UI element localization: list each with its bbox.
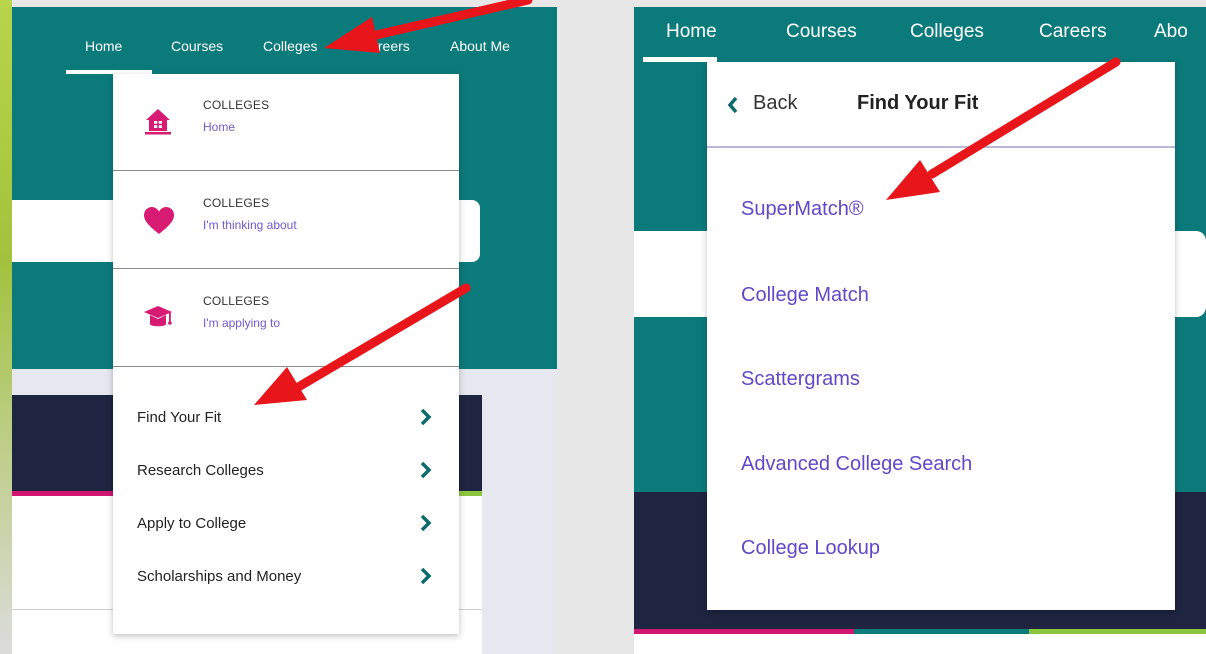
nav-courses[interactable]: Courses [171, 38, 223, 54]
accent-stripe [854, 629, 1029, 634]
colleges-dropdown-menu: COLLEGES Home COLLEGES I'm thinking abou… [113, 74, 459, 634]
nav-courses[interactable]: Courses [786, 21, 857, 43]
menu-label: Find Your Fit [137, 409, 222, 426]
submenu-header: Back Find Your Fit [707, 62, 1175, 148]
item-label: Home [203, 120, 236, 134]
menu-scholarships-and-money[interactable]: Scholarships and Money [113, 553, 459, 607]
house-icon [143, 106, 173, 136]
chevron-left-icon[interactable] [727, 96, 739, 114]
nav-colleges[interactable]: Colleges [263, 38, 317, 54]
nav-careers[interactable]: Careers [360, 38, 410, 54]
chevron-right-icon [419, 408, 433, 426]
accent-stripe [634, 629, 854, 634]
nav-colleges[interactable]: Colleges [910, 21, 984, 43]
link-supermatch[interactable]: SuperMatch® [741, 198, 864, 221]
item-label: I'm applying to [203, 316, 280, 330]
link-college-lookup[interactable]: College Lookup [741, 537, 880, 560]
colleges-thinking-about-item[interactable]: COLLEGES I'm thinking about [113, 172, 459, 269]
nav-home[interactable]: Home [85, 38, 122, 54]
link-advanced-college-search[interactable]: Advanced College Search [741, 453, 972, 476]
left-screenshot-panel: Home Courses Colleges Careers About Me C… [12, 7, 557, 654]
colleges-applying-to-item[interactable]: COLLEGES I'm applying to [113, 270, 459, 367]
link-college-match[interactable]: College Match [741, 284, 869, 307]
graduation-cap-icon [143, 302, 173, 332]
menu-label: Research Colleges [137, 462, 264, 479]
menu-find-your-fit[interactable]: Find Your Fit [113, 394, 459, 448]
find-your-fit-submenu: Back Find Your Fit SuperMatch® College M… [707, 62, 1175, 610]
menu-label: Scholarships and Money [137, 568, 302, 585]
chevron-right-icon [419, 461, 433, 479]
submenu-title: Find Your Fit [857, 92, 979, 114]
chevron-right-icon [419, 514, 433, 532]
accent-stripe [1029, 629, 1206, 634]
item-label: I'm thinking about [203, 218, 297, 232]
heart-icon [143, 206, 174, 236]
slide-accent-bar [0, 0, 12, 654]
active-nav-indicator [643, 57, 717, 62]
nav-home[interactable]: Home [666, 21, 717, 43]
nav-careers[interactable]: Careers [1039, 21, 1107, 43]
item-category: COLLEGES [203, 294, 270, 308]
colleges-home-item[interactable]: COLLEGES Home [113, 74, 459, 171]
nav-about-me[interactable]: Abo [1154, 21, 1188, 43]
item-category: COLLEGES [203, 196, 270, 210]
nav-about-me[interactable]: About Me [450, 38, 510, 54]
item-category: COLLEGES [203, 98, 270, 112]
menu-research-colleges[interactable]: Research Colleges [113, 447, 459, 501]
menu-label: Apply to College [137, 515, 247, 532]
right-screenshot-panel: Home Courses Colleges Careers Abo Back F… [634, 7, 1206, 654]
menu-apply-to-college[interactable]: Apply to College [113, 500, 459, 554]
back-button[interactable]: Back [753, 92, 797, 115]
chevron-right-icon [419, 567, 433, 585]
link-scattergrams[interactable]: Scattergrams [741, 368, 860, 391]
